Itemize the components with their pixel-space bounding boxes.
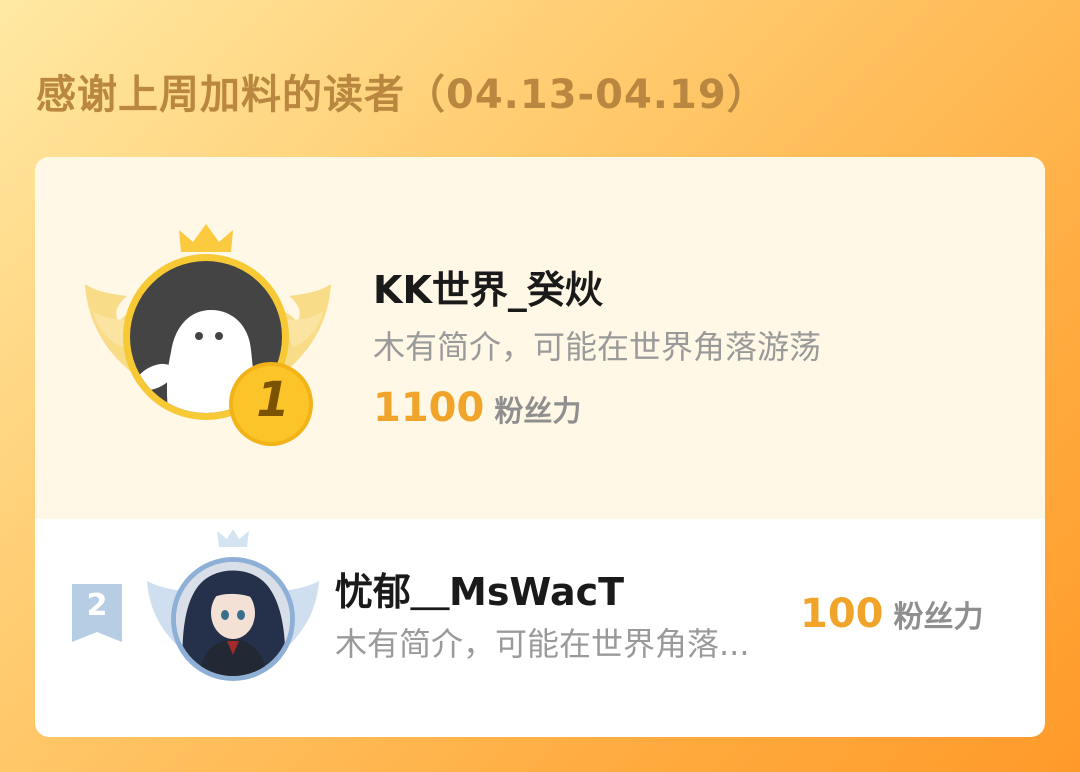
user-bio: 木有简介，可能在世界角落... [335, 625, 750, 663]
rank-badge-second: 2 [72, 584, 122, 642]
rank-number-first: 1 [256, 372, 290, 428]
fan-power-score: 100 粉丝力 [800, 591, 984, 637]
ranking-item-first[interactable]: 1 KK世界_癸炏 木有简介，可能在世界角落游荡 1100 粉丝力 [35, 157, 1045, 519]
score-unit: 粉丝力 [893, 600, 984, 635]
user-name[interactable]: 忧郁＿MsWacT [335, 561, 624, 616]
page-title: 感谢上周加料的读者（04.13-04.19） [36, 72, 768, 118]
anime-girl-avatar-icon [176, 562, 290, 676]
score-value: 100 [800, 591, 884, 637]
fan-power-score: 1100 粉丝力 [373, 385, 581, 431]
ghost-avatar-icon [85, 224, 331, 446]
user-bio: 木有简介，可能在世界角落游荡 [373, 328, 822, 366]
ranking-item-second[interactable]: 2 忧郁＿MsWacT 木有简介，可能在世界角落... 100 粉丝力 [35, 519, 1045, 737]
score-unit: 粉丝力 [494, 394, 582, 428]
score-value: 1100 [373, 385, 485, 431]
ranking-card: 1 KK世界_癸炏 木有简介，可能在世界角落游荡 1100 粉丝力 2 忧郁＿M… [35, 157, 1045, 737]
second-place-avatar-frame[interactable] [143, 529, 323, 689]
user-name[interactable]: KK世界_癸炏 [373, 259, 603, 314]
rank-number-second: 2 [86, 588, 108, 623]
first-place-avatar-frame[interactable]: 1 [83, 222, 333, 452]
